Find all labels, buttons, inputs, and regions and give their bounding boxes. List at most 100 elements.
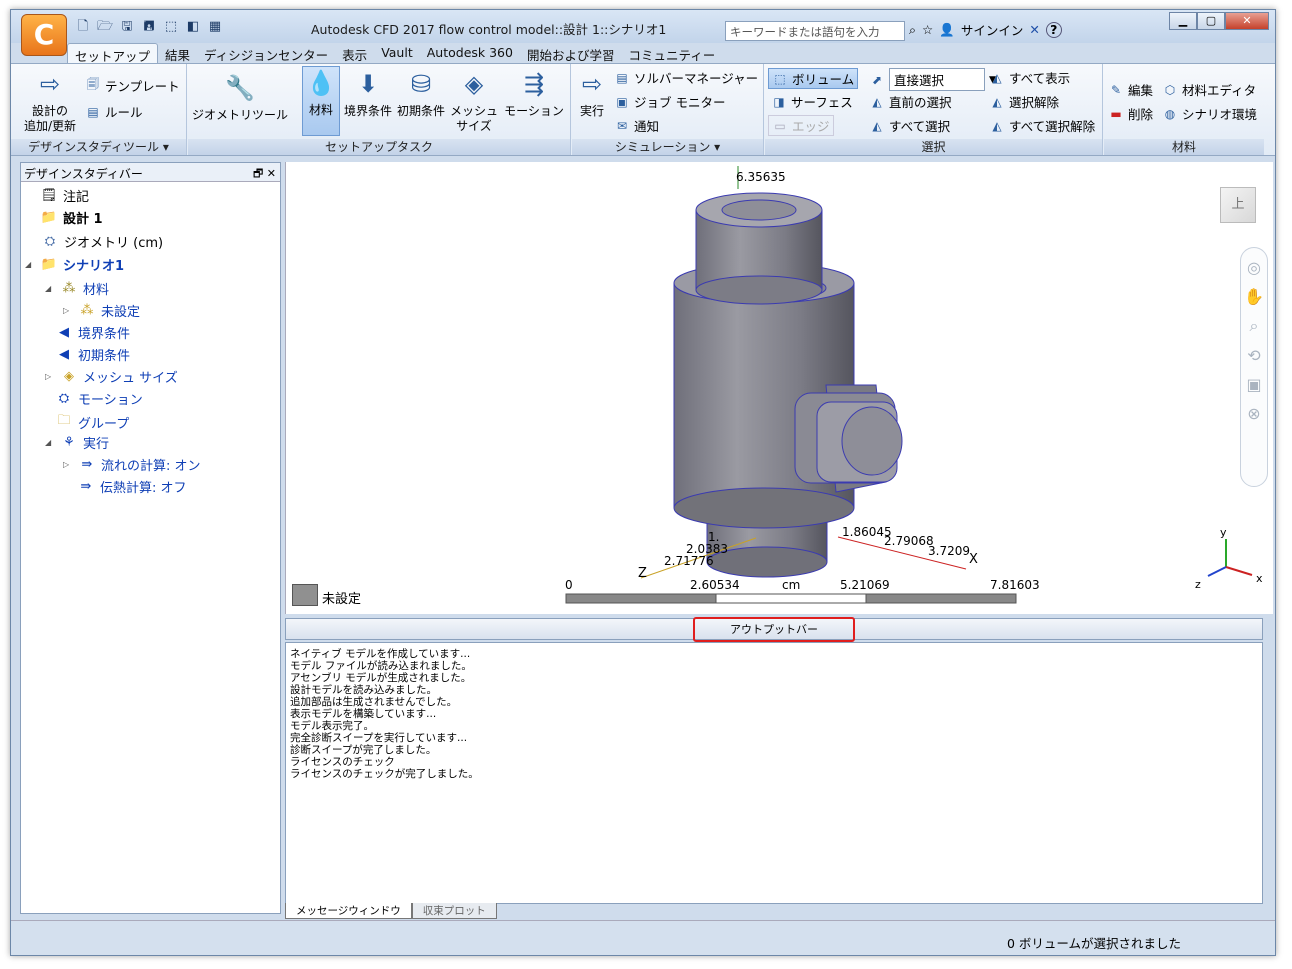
select-icon[interactable]: ⬚	[161, 18, 181, 36]
viewcube[interactable]: 上	[1220, 187, 1256, 223]
solver-manager-button[interactable]: ▤ ソルバーマネージャー	[614, 68, 758, 87]
surface-button[interactable]: ◨ サーフェス	[771, 92, 852, 111]
axis-label-x3: 3.7209	[928, 544, 970, 558]
tree-item-mesh[interactable]: ▷ ◈ メッシュ サイズ	[45, 367, 178, 386]
template-button[interactable]: 🗐 テンプレート	[85, 76, 180, 95]
panel-title-design-study[interactable]: デザインスタディツール ▾	[11, 139, 186, 155]
scenario-env-button[interactable]: ◍ シナリオ環境	[1162, 104, 1257, 123]
save-as-icon[interactable]: 🖪	[139, 18, 159, 36]
motion-button[interactable]: ⇶ モーション	[502, 68, 566, 119]
panel-controls[interactable]: 🗗 ✕	[253, 165, 276, 184]
tab-message-window[interactable]: メッセージウィンドウ	[285, 903, 412, 919]
3d-viewport[interactable]: 6.35635 1. 2.0383 2.71776 1.86045 2.7906…	[285, 162, 1273, 614]
edit-button[interactable]: ✎ 編集	[1108, 80, 1153, 99]
display-icon[interactable]: ▦	[205, 18, 225, 36]
tree-item-group[interactable]: 🗀 グループ	[55, 411, 129, 433]
material-button[interactable]: 💧 材料	[302, 66, 340, 136]
tab-convergence-plot[interactable]: 収束プロット	[411, 903, 497, 919]
run-button[interactable]: ⇨ 実行	[574, 68, 610, 119]
tree-item-geometry[interactable]: ⛭ ジオメトリ (cm)	[41, 232, 163, 251]
select-all-label: すべて選択	[889, 119, 951, 134]
help-icon[interactable]: ?	[1045, 21, 1062, 38]
motion-icon: ⛭	[58, 391, 70, 406]
edge-button[interactable]: ▭ エッジ	[768, 115, 834, 136]
zoom-icon[interactable]: ⌕	[1241, 316, 1267, 336]
cube-icon[interactable]: ◧	[183, 18, 203, 36]
show-all-button[interactable]: ◭ すべて表示	[989, 68, 1070, 87]
job-monitor-button[interactable]: ▣ ジョブ モニター	[614, 92, 725, 111]
tree-item-unset[interactable]: ▷ ⁂ 未設定	[63, 301, 140, 320]
signin-link[interactable]: サインイン	[961, 20, 1024, 39]
mesh-button[interactable]: ◈ メッシュ サイズ	[448, 68, 500, 134]
tab-learn[interactable]: 開始および学習	[520, 43, 622, 63]
close-button[interactable]: ✕	[1225, 12, 1269, 30]
deselect-button[interactable]: ◭ 選択解除	[989, 92, 1059, 111]
output-bar[interactable]: アウトプットバー	[285, 617, 1263, 642]
boundary-button[interactable]: ⬇ 境界条件	[342, 68, 394, 119]
ruler-tick-2: 5.21069	[840, 578, 890, 592]
tab-results[interactable]: 結果	[158, 43, 197, 63]
update-design-button[interactable]: ⇨ 設計の 追加/更新	[19, 68, 81, 134]
tree-item-notes[interactable]: 🗒 注記	[25, 186, 89, 205]
maximize-button[interactable]: ▢	[1197, 12, 1225, 30]
tree-item-heat[interactable]: ⇛ 伝熱計算: オフ	[77, 477, 187, 496]
notify-button[interactable]: ✉ 通知	[614, 116, 659, 135]
tree-item-motion[interactable]: ⛭ モーション	[55, 389, 143, 408]
tree-item-boundary[interactable]: ◀ 境界条件	[55, 323, 130, 342]
look-icon[interactable]: ▣	[1241, 375, 1267, 394]
close-nav-icon[interactable]: ⊗	[1241, 404, 1267, 423]
tab-view[interactable]: 表示	[335, 43, 374, 63]
tree-item-flow[interactable]: ▷ ⇛ 流れの計算: オン	[63, 455, 201, 474]
open-icon[interactable]: 🗁	[95, 18, 115, 36]
tree-label: 初期条件	[78, 349, 131, 364]
star-icon[interactable]: ☆	[922, 22, 933, 37]
initial-button[interactable]: ⛁ 初期条件	[395, 68, 447, 119]
new-icon[interactable]: 🗋	[73, 18, 93, 36]
tree-label: 境界条件	[78, 327, 131, 342]
tree-item-scenario[interactable]: ◢ 📁 シナリオ1	[25, 255, 124, 274]
panel-title-simulation[interactable]: シミュレーション ▾	[572, 139, 763, 155]
save-icon[interactable]: 🖫	[117, 18, 137, 36]
orbit-icon[interactable]: ⟲	[1241, 346, 1267, 365]
valve-model[interactable]	[673, 192, 903, 578]
axis-label-z1: 2.71776	[664, 554, 714, 568]
initial-icon: ⛁	[410, 69, 432, 98]
volume-button[interactable]: ⬚ ボリューム	[768, 68, 859, 89]
update-icon: ⇨	[39, 69, 61, 98]
geometry-icon: ⛭	[44, 234, 56, 249]
search-input[interactable]: キーワードまたは語句を入力	[725, 21, 905, 41]
geometry-tools-label: ジオメトリツール	[191, 108, 288, 122]
deselect-all-button[interactable]: ◭ すべて選択解除	[989, 116, 1095, 135]
pan-icon[interactable]: ✋	[1241, 287, 1267, 306]
output-bar-label[interactable]: アウトプットバー	[693, 617, 855, 642]
tree-label: 流れの計算: オン	[101, 459, 201, 474]
tree-item-run[interactable]: ◢ ⚘ 実行	[45, 433, 109, 452]
message-line: ネイティブ モデルを作成しています...	[290, 648, 471, 660]
tab-autodesk-360[interactable]: Autodesk 360	[420, 43, 520, 63]
app-logo[interactable]: C	[21, 14, 67, 56]
direct-select-dropdown[interactable]: ⬈ 直接選択 ▼	[869, 68, 996, 91]
minimize-button[interactable]: ▁	[1169, 12, 1197, 30]
tree-item-design[interactable]: 📁 設計 1	[25, 208, 103, 227]
axis-label-x2: 2.79068	[884, 534, 934, 548]
rule-button[interactable]: ▤ ルール	[85, 102, 142, 121]
geometry-tools-button[interactable]: 🔧 ジオメトリツール	[188, 72, 292, 123]
tab-decision-center[interactable]: ディシジョンセンター	[197, 43, 335, 63]
previous-select-button[interactable]: ◭ 直前の選択	[869, 92, 951, 111]
tab-vault[interactable]: Vault	[374, 43, 420, 63]
steering-wheel-icon[interactable]: ◎	[1241, 258, 1267, 277]
tab-community[interactable]: コミュニティー	[621, 43, 722, 63]
material-editor-button[interactable]: ⬡ 材料エディタ	[1162, 80, 1256, 99]
panel-title-setup-tasks: セットアップタスク	[188, 139, 570, 155]
exchange-icon[interactable]: ✕	[1029, 22, 1039, 37]
material-icon: ⁂	[62, 281, 76, 296]
tree-item-material[interactable]: ◢ ⁂ 材料	[45, 279, 109, 298]
job-monitor-label: ジョブ モニター	[634, 95, 726, 110]
binoculars-icon[interactable]: ⌕	[909, 22, 916, 38]
user-icon: 👤	[939, 21, 955, 37]
tab-setup[interactable]: セットアップ	[67, 43, 159, 64]
delete-button[interactable]: ▬ 削除	[1108, 104, 1153, 123]
select-all-button[interactable]: ◭ すべて選択	[869, 116, 950, 135]
direct-select-value[interactable]: 直接選択	[889, 68, 985, 91]
tree-item-initial[interactable]: ◀ 初期条件	[55, 345, 130, 364]
